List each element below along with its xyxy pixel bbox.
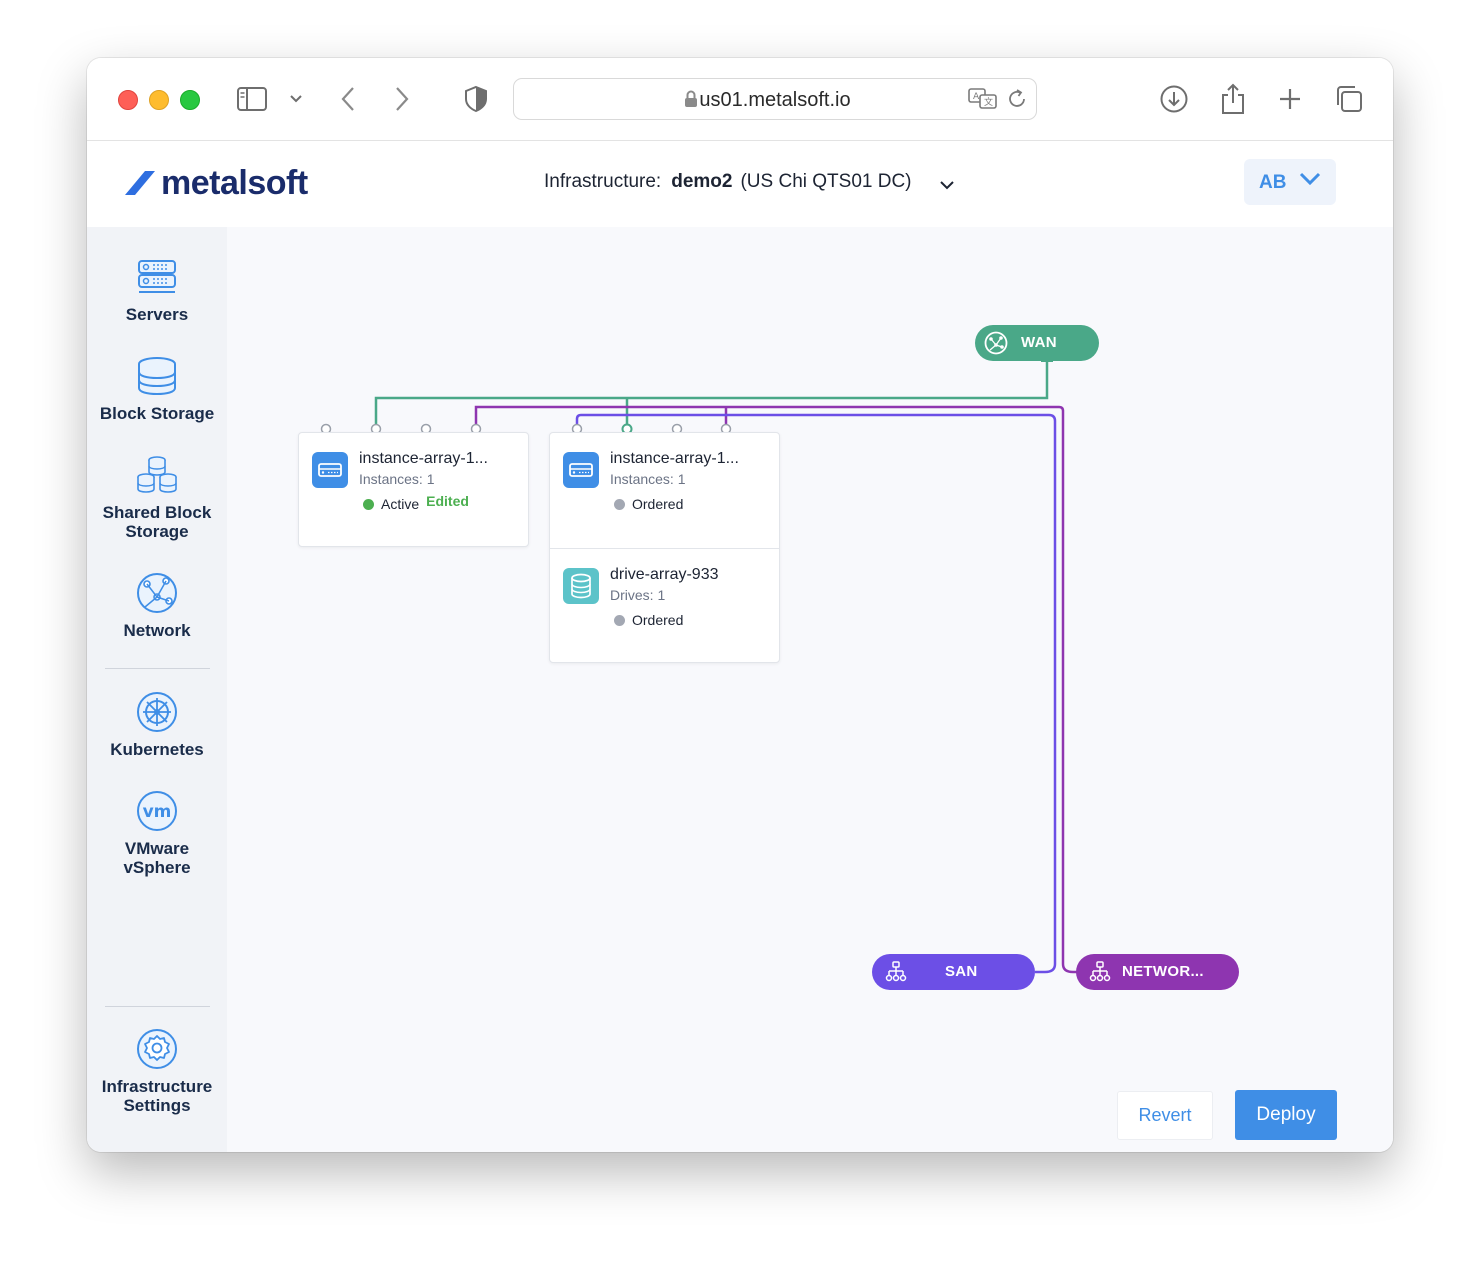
drive-icon [563, 568, 599, 604]
sidebar-item-servers[interactable]: Servers [87, 255, 227, 324]
browser-toolbar: us01.metalsoft.io A文 [87, 58, 1393, 141]
card-subtitle: Instances: 1 [610, 471, 686, 487]
back-icon[interactable] [331, 82, 365, 116]
infrastructure-canvas[interactable]: instance-array-1... Instances: 1 Active … [227, 227, 1393, 1152]
network-topology-icon [885, 961, 907, 982]
status-dot-active [363, 498, 374, 510]
deploy-button[interactable]: Deploy [1235, 1090, 1337, 1140]
status-text: Ordered [632, 612, 684, 628]
sidebar-item-label-line2: Storage [125, 522, 189, 541]
network-globe-icon [137, 573, 177, 613]
sidebar-item-shared-block-storage[interactable]: Shared Block Storage [87, 453, 227, 541]
forward-icon[interactable] [385, 82, 419, 116]
sidebar-item-label-line1: VMware [124, 839, 190, 858]
chevron-down-icon[interactable] [279, 82, 313, 116]
sidebar-item-label: Network [123, 621, 191, 640]
user-menu-button[interactable]: AB [1244, 159, 1336, 205]
revert-button[interactable]: Revert [1117, 1091, 1213, 1140]
infrastructure-selector[interactable]: Infrastructure: demo2 (US Chi QTS01 DC) [544, 171, 912, 193]
sidebar-item-label: Servers [125, 305, 189, 324]
server-icon [563, 452, 599, 488]
url-text: us01.metalsoft.io [699, 89, 851, 111]
instance-array-row: instance-array-1... Instances: 1 Active … [299, 433, 528, 546]
card-title: instance-array-1... [610, 450, 739, 467]
sidebar-item-label-line2: vSphere [123, 858, 191, 877]
svg-text:vm: vm [143, 802, 172, 822]
sidebar-divider [105, 1006, 210, 1007]
reload-icon[interactable] [1006, 88, 1028, 115]
svg-text:A: A [973, 92, 980, 102]
card-status: Ordered [614, 612, 683, 628]
tab-overview-icon[interactable] [1332, 82, 1366, 116]
status-text: Active [381, 496, 420, 512]
edited-badge: Edited [426, 493, 469, 509]
translate-icon[interactable]: A文 [968, 88, 998, 115]
lan-network-node[interactable]: NETWOR... [1076, 954, 1239, 990]
status-dot-ordered [614, 498, 625, 510]
sidebar-item-kubernetes[interactable]: Kubernetes [87, 690, 227, 759]
san-label: SAN [945, 963, 978, 980]
sidebar-item-infrastructure-settings[interactable]: Infrastructure Settings [87, 1027, 227, 1115]
app-header: metalsoft Infrastructure: demo2 (US Chi QT… [87, 141, 1393, 227]
kubernetes-icon [137, 692, 177, 732]
download-icon[interactable] [1157, 82, 1191, 116]
close-window-button[interactable] [118, 90, 138, 110]
minimize-window-button[interactable] [149, 90, 169, 110]
status-text: Ordered [632, 496, 684, 512]
metalsoft-logo[interactable]: metalsoft [123, 163, 308, 203]
sidebar-item-label-line1: Shared Block [102, 503, 212, 522]
card-title: instance-array-1... [359, 450, 488, 467]
infrastructure-label: Infrastructure: [544, 171, 662, 192]
network-topology-icon [1089, 961, 1111, 982]
connection-wires [320, 356, 1077, 974]
privacy-shield-icon[interactable] [459, 82, 493, 116]
card-subtitle: Drives: 1 [610, 587, 666, 603]
status-dot-ordered [614, 614, 625, 626]
card-subtitle: Instances: 1 [359, 471, 435, 487]
shared-storage-icon [137, 456, 177, 493]
share-icon[interactable] [1216, 82, 1250, 116]
sidebar-item-label-line2: Settings [123, 1096, 191, 1115]
globe-icon [984, 331, 1008, 355]
sidebar-toggle-icon[interactable] [235, 82, 269, 116]
infrastructure-location: (US Chi QTS01 DC) [740, 171, 912, 192]
logo-slash-icon [125, 171, 155, 195]
sidebar-item-label: Kubernetes [110, 740, 204, 759]
browser-window: us01.metalsoft.io A文 metalsoft Infrastru… [87, 58, 1393, 1152]
network-label: NETWOR... [1122, 963, 1204, 980]
sidebar-item-block-storage[interactable]: Block Storage [87, 354, 227, 423]
sidebar-item-label-line1: Infrastructure [101, 1077, 213, 1096]
drive-array-row[interactable]: drive-array-933 Drives: 1 Ordered [550, 549, 779, 664]
user-initials: AB [1259, 172, 1287, 193]
sidebar-item-label: Block Storage [99, 404, 215, 423]
sidebar-divider [105, 668, 210, 669]
server-icon [138, 260, 176, 293]
database-icon [138, 357, 176, 396]
sidebar-item-vmware-vsphere[interactable]: vm VMware vSphere [87, 789, 227, 877]
svg-text:文: 文 [984, 96, 993, 108]
instance-array-card[interactable]: instance-array-1... Instances: 1 Active … [298, 432, 529, 547]
gear-icon [137, 1029, 177, 1069]
address-bar[interactable]: us01.metalsoft.io A文 [513, 78, 1037, 120]
maximize-window-button[interactable] [180, 90, 200, 110]
card-status: Ordered [614, 496, 683, 512]
wan-label: WAN [1021, 334, 1057, 351]
san-network-node[interactable]: SAN [872, 954, 1035, 990]
wan-network-node[interactable]: WAN [975, 325, 1099, 361]
instance-array-row[interactable]: instance-array-1... Instances: 1 Ordered [550, 433, 779, 548]
vmware-icon: vm [137, 791, 177, 831]
infrastructure-name: demo2 [671, 171, 733, 192]
card-status: Active Edited [363, 493, 469, 512]
card-title: drive-array-933 [610, 566, 719, 583]
new-tab-icon[interactable] [1273, 82, 1307, 116]
sidebar-item-network[interactable]: Network [87, 571, 227, 640]
instance-array-card[interactable]: instance-array-1... Instances: 1 Ordered… [549, 432, 780, 663]
chevron-down-icon [1298, 171, 1322, 192]
logo-text: metalsoft [161, 163, 308, 202]
sidebar: Servers Block Storage Shared Block Stora… [87, 227, 227, 1152]
chevron-down-icon[interactable] [939, 177, 955, 195]
server-icon [312, 452, 348, 488]
